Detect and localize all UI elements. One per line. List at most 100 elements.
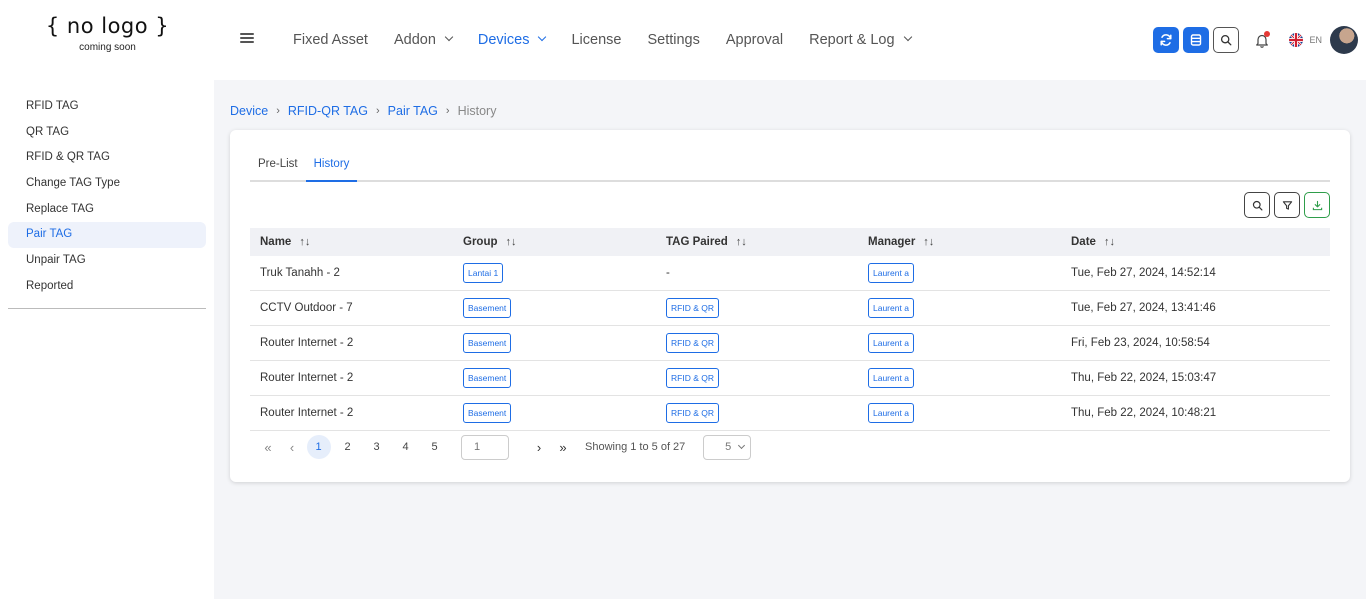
last-page-icon[interactable]: » bbox=[551, 440, 575, 455]
bell-icon[interactable] bbox=[1249, 27, 1275, 53]
table-header: Name ↑↓ Group ↑↓ TAG Paired ↑↓ Manager ↑↓ Da… bbox=[250, 228, 1330, 256]
page-button-2[interactable]: 2 bbox=[336, 435, 360, 459]
breadcrumb-rfid-qr-tag[interactable]: RFID-QR TAG bbox=[288, 104, 368, 118]
cell-tag-paired: RFID & QR bbox=[656, 297, 858, 319]
sidebar-item-rfid-tag[interactable]: RFID TAG bbox=[8, 94, 206, 120]
sidebar-item-qr-tag[interactable]: QR TAG bbox=[8, 120, 206, 146]
search-icon[interactable] bbox=[1213, 27, 1240, 53]
cell-tag-paired: RFID & QR bbox=[656, 367, 858, 389]
chevron-down-icon bbox=[444, 32, 454, 42]
sidebar: RFID TAG QR TAG RFID & QR TAG Change TAG… bbox=[0, 80, 214, 599]
header-actions: EN bbox=[1153, 26, 1358, 54]
history-table: Name ↑↓ Group ↑↓ TAG Paired ↑↓ Manager ↑↓ Da… bbox=[250, 228, 1330, 431]
table-row[interactable]: Router Internet - 2 Basement RFID & QR L… bbox=[250, 326, 1330, 361]
column-header-name[interactable]: Name ↑↓ bbox=[250, 236, 453, 248]
chevron-right-icon: › bbox=[276, 105, 280, 117]
group-badge: Basement bbox=[463, 332, 512, 354]
cell-name: CCTV Outdoor - 7 bbox=[260, 302, 353, 314]
table-row[interactable]: Router Internet - 2 Basement RFID & QR L… bbox=[250, 396, 1330, 431]
breadcrumb-device[interactable]: Device bbox=[230, 104, 268, 118]
table-row[interactable]: Truk Tanahh - 2 Lantai 1 - Laurent a Tue… bbox=[250, 256, 1330, 291]
column-label: Name bbox=[260, 236, 292, 248]
column-label: Group bbox=[463, 236, 498, 248]
sort-icon[interactable]: ↑↓ bbox=[506, 236, 517, 248]
sidebar-item-change-tag-type[interactable]: Change TAG Type bbox=[8, 171, 206, 197]
sidebar-item-replace-tag[interactable]: Replace TAG bbox=[8, 197, 206, 223]
group-badge: Lantai 1 bbox=[463, 262, 504, 284]
column-header-date[interactable]: Date ↑↓ bbox=[1061, 236, 1330, 248]
first-page-icon[interactable]: « bbox=[256, 440, 280, 455]
nav-report-log[interactable]: Report & Log bbox=[796, 32, 923, 48]
download-icon[interactable] bbox=[1304, 192, 1330, 218]
sidebar-item-rfid-qr-tag[interactable]: RFID & QR TAG bbox=[8, 145, 206, 171]
column-header-tag-paired[interactable]: TAG Paired ↑↓ bbox=[656, 236, 858, 248]
chevron-down-icon bbox=[738, 441, 746, 450]
chevron-down-icon bbox=[903, 32, 912, 42]
cell-manager: Laurent a bbox=[858, 297, 1061, 319]
cell-tag-paired: RFID & QR bbox=[656, 402, 858, 424]
nav-label: Addon bbox=[393, 32, 436, 48]
sort-icon[interactable]: ↑↓ bbox=[299, 236, 310, 248]
table-row[interactable]: CCTV Outdoor - 7 Basement RFID & QR Laur… bbox=[250, 291, 1330, 326]
page-button-1[interactable]: 1 bbox=[306, 435, 331, 459]
hamburger-menu-icon[interactable] bbox=[240, 33, 254, 45]
nav-addon[interactable]: Addon bbox=[381, 32, 465, 48]
breadcrumb-pair-tag[interactable]: Pair TAG bbox=[388, 104, 438, 118]
language-selector[interactable]: EN bbox=[1309, 35, 1322, 45]
page-button-4[interactable]: 4 bbox=[394, 435, 418, 459]
page-button-3[interactable]: 3 bbox=[365, 435, 389, 459]
breadcrumb-current: History bbox=[457, 104, 497, 118]
cell-name: Router Internet - 2 bbox=[260, 337, 354, 349]
sidebar-item-unpair-tag[interactable]: Unpair TAG bbox=[8, 248, 206, 274]
breadcrumb: Device › RFID-QR TAG › Pair TAG › Histor… bbox=[230, 104, 496, 118]
cell-manager: Laurent a bbox=[858, 262, 1061, 284]
nav-fixed-asset[interactable]: Fixed Asset bbox=[280, 32, 381, 48]
cell-group: Basement bbox=[453, 367, 656, 389]
notification-dot bbox=[1264, 31, 1271, 37]
page-jump-input[interactable] bbox=[461, 434, 509, 460]
chevron-right-icon: › bbox=[445, 105, 450, 117]
sort-icon[interactable]: ↑↓ bbox=[1104, 236, 1115, 248]
nav-label: Approval bbox=[725, 32, 784, 48]
page-size-select[interactable]: 5 bbox=[703, 434, 752, 460]
cell-name: Router Internet - 2 bbox=[260, 407, 354, 419]
avatar[interactable] bbox=[1330, 26, 1358, 54]
history-card: Pre-List History Name ↑↓ Group ↑↓ TAG Pair… bbox=[230, 130, 1350, 482]
nav-license[interactable]: License bbox=[558, 32, 634, 48]
column-header-manager[interactable]: Manager ↑↓ bbox=[858, 236, 1061, 248]
tab-history[interactable]: History bbox=[305, 152, 358, 182]
pagination-info: Showing 1 to 5 of 27 bbox=[585, 441, 686, 453]
page-button-5[interactable]: 5 bbox=[423, 435, 447, 459]
nav-label: Devices bbox=[477, 32, 530, 48]
table-toolbar bbox=[1240, 192, 1330, 218]
nav-approval[interactable]: Approval bbox=[713, 32, 796, 48]
table-row[interactable]: Router Internet - 2 Basement RFID & QR L… bbox=[250, 361, 1330, 396]
column-header-group[interactable]: Group ↑↓ bbox=[453, 236, 656, 248]
next-page-icon[interactable]: › bbox=[527, 440, 551, 455]
nav-settings[interactable]: Settings bbox=[634, 32, 712, 48]
pagination: « ‹ 1 2 3 4 5 › » Showing 1 to 5 of 27 5 bbox=[256, 434, 752, 460]
group-badge: Basement bbox=[463, 297, 512, 319]
nav-devices[interactable]: Devices bbox=[465, 32, 559, 48]
cell-name: Truk Tanahh - 2 bbox=[260, 267, 340, 279]
search-icon[interactable] bbox=[1244, 192, 1270, 218]
cell-manager: Laurent a bbox=[858, 367, 1061, 389]
list-icon[interactable] bbox=[1183, 27, 1210, 53]
nav-label: Fixed Asset bbox=[293, 32, 368, 48]
nav-label: Settings bbox=[647, 32, 700, 48]
tab-pre-list[interactable]: Pre-List bbox=[250, 152, 306, 182]
sort-icon[interactable]: ↑↓ bbox=[736, 236, 747, 248]
logo[interactable]: { no logo } coming soon bbox=[40, 14, 175, 53]
uk-flag-icon[interactable] bbox=[1289, 33, 1304, 47]
sidebar-item-pair-tag[interactable]: Pair TAG bbox=[8, 222, 206, 249]
filter-icon[interactable] bbox=[1274, 192, 1300, 218]
tag-paired-badge: RFID & QR bbox=[666, 332, 719, 354]
tag-paired-badge: RFID & QR bbox=[666, 402, 719, 424]
cell-tag-paired: RFID & QR bbox=[656, 332, 858, 354]
prev-page-icon[interactable]: ‹ bbox=[280, 440, 304, 455]
tag-paired-badge: RFID & QR bbox=[666, 367, 719, 389]
sync-icon[interactable] bbox=[1153, 27, 1180, 53]
sort-icon[interactable]: ↑↓ bbox=[923, 236, 934, 248]
sidebar-item-reported[interactable]: Reported bbox=[8, 274, 206, 300]
logo-subtext: coming soon bbox=[79, 42, 136, 53]
